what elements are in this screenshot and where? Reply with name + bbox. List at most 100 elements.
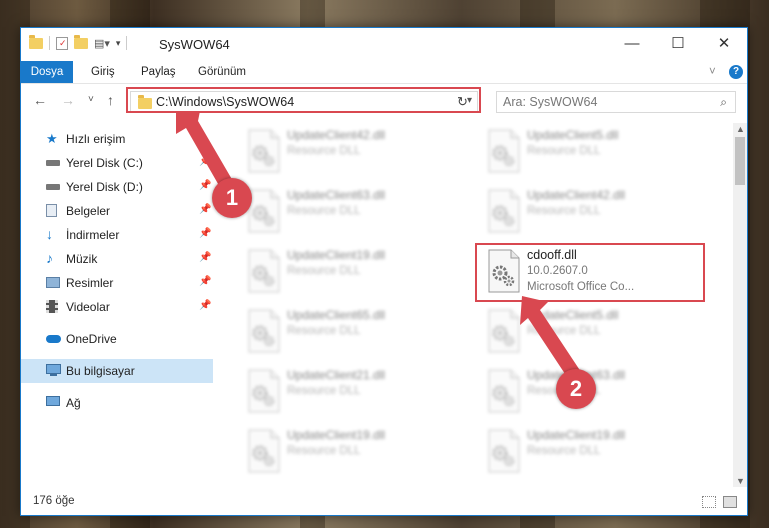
- file-description: Resource DLL: [287, 145, 361, 157]
- large-icons-view-icon[interactable]: [723, 496, 737, 508]
- explorer-window: ✓ ▤▾ ▾ SysWOW64 — ☐ ✕ Dosya Giriş Paylaş…: [20, 27, 748, 516]
- pin-icon[interactable]: 📌: [199, 204, 211, 215]
- minimize-button[interactable]: —: [609, 28, 655, 59]
- pin-icon[interactable]: 📌: [199, 276, 211, 287]
- quick-access-toolbar: ✓ ▤▾ ▾: [29, 34, 128, 50]
- file-list: UpdateClient42.dll Resource DLL UpdateCl…: [221, 123, 731, 487]
- sidebar-item-label: Ağ: [66, 396, 81, 410]
- ribbon-expand-icon[interactable]: ˅: [709, 61, 716, 83]
- sidebar-item-label: Belgeler: [66, 204, 111, 218]
- new-folder-icon[interactable]: [74, 34, 88, 49]
- refresh-button[interactable]: ↻: [457, 94, 468, 110]
- file-item[interactable]: UpdateClient19.dll Resource DLL: [481, 423, 711, 479]
- pin-icon[interactable]: 📌: [199, 180, 211, 191]
- scroll-down-icon[interactable]: ▼: [736, 476, 745, 486]
- maximize-button[interactable]: ☐: [655, 28, 701, 59]
- sidebar-item-label: Yerel Disk (D:): [66, 180, 143, 194]
- dll-file-icon: [247, 309, 281, 353]
- dll-file-icon: [247, 429, 281, 473]
- properties-icon[interactable]: ✓: [56, 36, 68, 50]
- pin-icon[interactable]: 📌: [199, 228, 211, 239]
- file-item[interactable]: UpdateClient5.dll Resource DLL: [481, 123, 711, 179]
- file-item[interactable]: UpdateClient21.dll Resource DLL: [241, 363, 471, 419]
- sidebar-item-label: Bu bilgisayar: [66, 364, 135, 378]
- address-path[interactable]: C:\Windows\SysWOW64: [156, 95, 294, 109]
- sidebar-item-network[interactable]: Ağ: [21, 391, 213, 415]
- file-name: cdooff.dll: [527, 248, 577, 262]
- download-icon: ↓: [46, 226, 53, 242]
- sidebar-item-label: Hızlı erişim: [66, 132, 126, 146]
- file-description: Resource DLL: [527, 325, 601, 337]
- sidebar-item-local-disk-d[interactable]: Yerel Disk (D:) 📌: [21, 175, 213, 199]
- file-item-cdooff[interactable]: cdooff.dll 10.0.2607.0 Microsoft Office …: [481, 243, 721, 299]
- file-item[interactable]: UpdateClient42.dll Resource DLL: [241, 123, 471, 179]
- file-item[interactable]: UpdateClient5.dll Resource DLL: [481, 303, 711, 359]
- scroll-thumb[interactable]: [735, 137, 745, 185]
- sidebar-item-label: OneDrive: [66, 332, 117, 346]
- search-input[interactable]: Ara: SysWOW64: [503, 95, 597, 109]
- dll-file-icon: [487, 249, 521, 293]
- file-name: UpdateClient19.dll: [287, 248, 386, 262]
- file-item[interactable]: UpdateClient63.dll Resource DLL: [241, 183, 471, 239]
- sidebar-item-label: Yerel Disk (C:): [66, 156, 143, 170]
- back-button[interactable]: ←: [33, 92, 47, 108]
- forward-button[interactable]: →: [61, 92, 75, 108]
- tab-view[interactable]: Görünüm: [198, 61, 246, 83]
- sidebar-item-this-pc[interactable]: Bu bilgisayar: [21, 359, 213, 383]
- sidebar-item-music[interactable]: ♪ Müzik 📌: [21, 247, 213, 271]
- folder-icon: [29, 34, 43, 49]
- file-description: Resource DLL: [527, 145, 601, 157]
- vertical-scrollbar[interactable]: ▲ ▼: [733, 123, 747, 487]
- pictures-icon: [46, 276, 60, 289]
- file-description: Resource DLL: [527, 205, 601, 217]
- file-description: Resource DLL: [287, 325, 361, 337]
- item-count: 176 öğe: [33, 495, 75, 507]
- dll-file-icon: [487, 309, 521, 353]
- recent-locations-button[interactable]: ˅: [88, 94, 94, 105]
- sidebar-item-videos[interactable]: Videolar 📌: [21, 295, 213, 319]
- quick-access-dropdown-icon[interactable]: ▾: [116, 38, 121, 49]
- dll-file-icon: [487, 369, 521, 413]
- address-bar[interactable]: C:\Windows\SysWOW64 ▾: [130, 91, 478, 113]
- sidebar-item-pictures[interactable]: Resimler 📌: [21, 271, 213, 295]
- pin-icon[interactable]: 📌: [199, 300, 211, 311]
- scroll-up-icon[interactable]: ▲: [736, 124, 745, 134]
- sidebar-item-quick-access[interactable]: ★ Hızlı erişim: [21, 127, 213, 151]
- file-description: Resource DLL: [527, 445, 601, 457]
- file-description: Resource DLL: [287, 205, 361, 217]
- file-version: 10.0.2607.0: [527, 265, 588, 277]
- pin-icon[interactable]: 📌: [199, 252, 211, 263]
- dll-file-icon: [487, 189, 521, 233]
- file-item[interactable]: UpdateClient19.dll Resource DLL: [241, 243, 471, 299]
- sidebar-item-onedrive[interactable]: OneDrive: [21, 327, 213, 351]
- file-name: UpdateClient5.dll: [527, 128, 619, 142]
- tab-file[interactable]: Dosya: [21, 61, 73, 83]
- sidebar-item-label: İndirmeler: [66, 228, 120, 242]
- network-icon: [46, 396, 60, 409]
- details-view-icon[interactable]: [702, 496, 716, 508]
- tab-home[interactable]: Giriş: [91, 61, 115, 83]
- sidebar-item-label: Videolar: [66, 300, 110, 314]
- file-description: Resource DLL: [287, 445, 361, 457]
- file-item[interactable]: UpdateClient63.dll Resource DLL: [481, 363, 711, 419]
- close-button[interactable]: ✕: [701, 28, 747, 59]
- pin-icon[interactable]: 📌: [199, 156, 211, 167]
- file-name: UpdateClient42.dll: [527, 188, 626, 202]
- file-item[interactable]: UpdateClient65.dll Resource DLL: [241, 303, 471, 359]
- title-bar: ✓ ▤▾ ▾ SysWOW64 — ☐ ✕: [21, 28, 747, 61]
- file-item[interactable]: UpdateClient42.dll Resource DLL: [481, 183, 711, 239]
- sidebar-item-local-disk-c[interactable]: Yerel Disk (C:) 📌: [21, 151, 213, 175]
- star-icon: ★: [46, 131, 58, 146]
- drive-icon: [46, 156, 60, 169]
- tab-share[interactable]: Paylaş: [141, 61, 176, 83]
- sidebar-item-documents[interactable]: Belgeler 📌: [21, 199, 213, 223]
- computer-icon: [46, 364, 61, 377]
- documents-icon: [46, 204, 60, 217]
- up-button[interactable]: ↑: [107, 92, 114, 108]
- sidebar-item-downloads[interactable]: ↓ İndirmeler 📌: [21, 223, 213, 247]
- help-icon[interactable]: ?: [729, 65, 743, 79]
- search-box[interactable]: Ara: SysWOW64 ⌕: [496, 91, 736, 113]
- sidebar-item-label: Resimler: [66, 276, 114, 290]
- customize-icon[interactable]: ▤▾: [94, 37, 110, 50]
- file-item[interactable]: UpdateClient19.dll Resource DLL: [241, 423, 471, 479]
